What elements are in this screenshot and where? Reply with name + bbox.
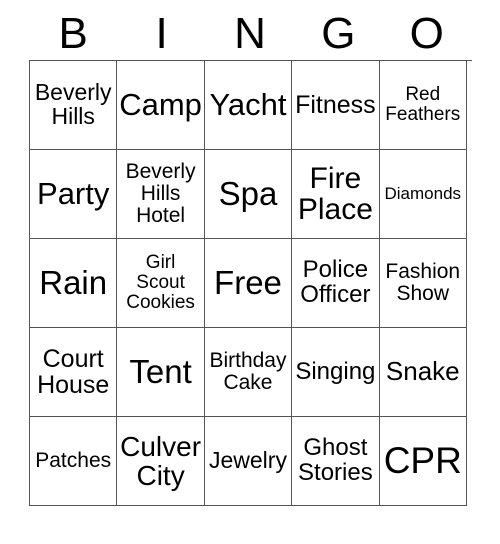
bingo-cell-label: Spa [218, 174, 278, 212]
bingo-header-letter-g: G [321, 9, 356, 58]
bingo-cell-label: Court House [37, 345, 110, 399]
bingo-cell-label: Camp [119, 86, 202, 122]
bingo-row: Patches Culver City Jewelry Ghost Storie… [30, 417, 472, 506]
bingo-cell-label: Police Officer [300, 256, 371, 308]
bingo-cell-free[interactable]: Free [204, 239, 293, 328]
bingo-cell-label: Patches [35, 449, 112, 473]
bingo-cell[interactable]: Spa [204, 150, 293, 239]
bingo-cell-label: Girl Scout Cookies [126, 252, 195, 313]
bingo-cell-label: CPR [383, 439, 462, 481]
bingo-cell-label: Diamonds [384, 184, 462, 204]
bingo-cell-label: Red Feathers [385, 84, 461, 125]
bingo-cell[interactable]: Court House [30, 328, 118, 417]
bingo-header-letter-i: I [155, 9, 168, 58]
bingo-cell-label: Tent [129, 352, 192, 390]
bingo-cell[interactable]: Police Officer [292, 239, 380, 328]
bingo-cell[interactable]: CPR [379, 417, 467, 506]
bingo-cell-label: Birthday Cake [209, 349, 287, 394]
bingo-cell[interactable]: Diamonds [379, 150, 467, 239]
bingo-cell[interactable]: Singing [292, 328, 380, 417]
bingo-cell[interactable]: Rain [30, 239, 118, 328]
bingo-cell-label: Fire Place [297, 161, 373, 226]
bingo-grid: Beverly Hills Camp Yacht Fitness Red Fea… [29, 60, 472, 506]
bingo-cell-label: Party [37, 175, 110, 211]
bingo-cell[interactable]: Yacht [204, 61, 293, 150]
bingo-card: B I N G O Beverly Hills Camp Yacht Fitne… [29, 8, 472, 506]
bingo-header-letter-o: O [409, 9, 444, 58]
bingo-cell[interactable]: Fire Place [292, 150, 380, 239]
bingo-cell-label: Jewelry [208, 447, 287, 474]
bingo-cell[interactable]: Beverly Hills [30, 61, 118, 150]
bingo-row: Party Beverly Hills Hotel Spa Fire Place… [30, 150, 472, 239]
bingo-cell-label: Rain [39, 263, 108, 301]
bingo-cell-label: Singing [295, 357, 376, 385]
bingo-cell-label: Ghost Stories [298, 434, 373, 486]
bingo-cell-label: Snake [385, 356, 460, 387]
bingo-cell[interactable]: Girl Scout Cookies [117, 239, 205, 328]
bingo-cell[interactable]: Party [30, 150, 118, 239]
bingo-header-letter-b: B [58, 9, 88, 58]
bingo-cell[interactable]: Fashion Show [379, 239, 467, 328]
bingo-cell[interactable]: Fitness [292, 61, 380, 150]
bingo-row: Beverly Hills Camp Yacht Fitness Red Fea… [30, 61, 472, 150]
bingo-cell-label: Fitness [295, 91, 376, 119]
bingo-header-letter-n: N [234, 9, 266, 58]
bingo-cell[interactable]: Camp [117, 61, 205, 150]
bingo-cell[interactable]: Culver City [117, 417, 205, 506]
bingo-cell-label: Beverly Hills [34, 79, 112, 129]
bingo-cell[interactable]: Beverly Hills Hotel [117, 150, 205, 239]
bingo-cell-label: Culver City [120, 430, 202, 491]
bingo-cell[interactable]: Patches [30, 417, 118, 506]
bingo-cell[interactable]: Snake [379, 328, 467, 417]
bingo-cell[interactable]: Ghost Stories [292, 417, 380, 506]
bingo-cell-label: Free [214, 263, 282, 301]
bingo-row: Court House Tent Birthday Cake Singing S… [30, 328, 472, 417]
bingo-cell[interactable]: Jewelry [204, 417, 293, 506]
bingo-cell-label: Fashion Show [385, 260, 461, 305]
bingo-cell[interactable]: Birthday Cake [204, 328, 293, 417]
bingo-cell[interactable]: Red Feathers [379, 61, 467, 150]
bingo-header-row: B I N G O [29, 8, 471, 60]
bingo-cell-label: Beverly Hills Hotel [125, 160, 196, 227]
bingo-cell-label: Yacht [209, 86, 287, 122]
bingo-row: Rain Girl Scout Cookies Free Police Offi… [30, 239, 472, 328]
bingo-cell[interactable]: Tent [117, 328, 205, 417]
